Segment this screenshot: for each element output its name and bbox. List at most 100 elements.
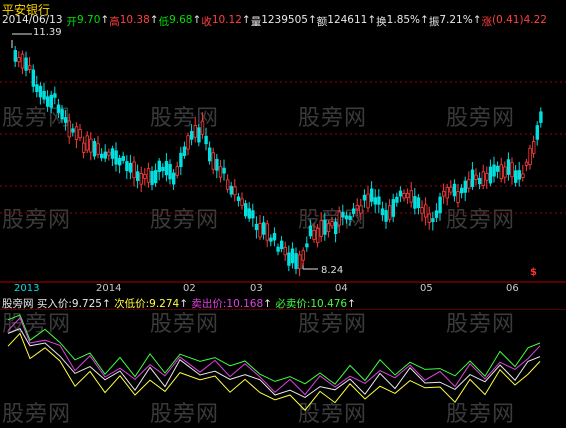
turnover-label: 换 [376, 16, 387, 28]
date-label: 04 [335, 283, 348, 294]
low-value: 9.68 [169, 14, 193, 26]
candlestick [100, 153, 104, 159]
candlestick [240, 198, 244, 206]
candlestick [294, 253, 298, 270]
candlestick [215, 158, 219, 171]
low-label: 低 [158, 16, 170, 28]
candlestick [348, 215, 352, 220]
candlestick [74, 126, 79, 140]
candlestick [107, 151, 111, 156]
candlestick [492, 164, 496, 177]
up-arrow-icon: ↑ [241, 14, 251, 26]
candlestick [301, 250, 305, 261]
candlestick [395, 196, 399, 203]
candlestick [341, 211, 345, 218]
candlestick [326, 223, 331, 233]
candlestick [359, 205, 363, 214]
date-label: 2014 [96, 283, 122, 294]
candlestick [261, 222, 266, 235]
candlestick [402, 193, 406, 199]
candlestick [416, 197, 421, 208]
candlestick [449, 186, 453, 193]
candlestick [67, 120, 71, 138]
indicator-chart[interactable] [0, 309, 566, 425]
candlestick [369, 188, 374, 202]
candlestick [413, 196, 417, 209]
candlestick [521, 173, 525, 178]
candlestick [283, 247, 287, 256]
candlestick [251, 210, 255, 219]
date-label: 06 [506, 283, 519, 294]
candlestick [139, 173, 143, 185]
candlestick [272, 233, 277, 241]
quote-bar: 2014/06/13 开 9.70 ↑ 高 10.38 ↑ 低 9.68 ↑ 收… [2, 14, 547, 29]
low-price-label: 8.24 [321, 265, 344, 276]
candlestick [467, 179, 471, 189]
candlestick [186, 135, 190, 150]
volume-label: 量 [250, 16, 262, 28]
up-arrow-icon: ↑ [367, 14, 377, 26]
candlestick [27, 65, 32, 70]
candlestick [175, 166, 179, 176]
candlestick [157, 160, 161, 172]
candlestick [319, 220, 323, 237]
candlestick [56, 104, 61, 113]
candlestick [207, 147, 212, 162]
candlestick-chart[interactable] [0, 28, 566, 283]
candlestick [337, 211, 341, 226]
candlestick [510, 162, 514, 178]
candlestick [179, 152, 183, 168]
candlestick [92, 141, 97, 157]
candlestick [211, 152, 215, 170]
candlestick [254, 223, 259, 231]
candlestick [423, 204, 428, 218]
candlestick [495, 165, 500, 172]
candlestick [384, 210, 388, 222]
second-low-line [7, 332, 541, 411]
candlestick [269, 237, 273, 242]
open-label: 开 [66, 16, 78, 28]
candlestick [517, 170, 521, 180]
up-arrow-icon: ↑ [307, 14, 317, 26]
buy-line [7, 327, 541, 398]
candlestick [49, 94, 53, 108]
candlestick [452, 183, 457, 197]
close-value: 10.12 [211, 14, 242, 26]
up-arrow-icon: ↑ [149, 14, 159, 26]
candlestick [387, 205, 392, 220]
candlestick [236, 196, 241, 202]
candlestick [125, 161, 129, 172]
candlestick [60, 109, 64, 120]
candlestick [143, 174, 147, 179]
candlestick [279, 240, 284, 250]
candlestick [355, 205, 359, 210]
candlestick [146, 168, 151, 183]
candlestick [64, 117, 68, 123]
candlestick [499, 164, 503, 180]
candlestick [305, 243, 309, 248]
candlestick [445, 187, 449, 199]
candlestick [17, 57, 21, 63]
candlestick [128, 162, 133, 173]
high-label: 高 [109, 16, 120, 28]
candlestick [164, 161, 169, 176]
candlestick [528, 147, 532, 165]
candlestick [153, 170, 158, 184]
candlestick [485, 172, 489, 181]
candlestick [431, 218, 435, 223]
candlestick [323, 219, 327, 235]
candlestick [118, 157, 122, 166]
close-label: 收 [201, 16, 212, 28]
candlestick [204, 135, 208, 145]
candlestick [121, 156, 125, 161]
candlestick [218, 166, 223, 178]
candlestick [459, 187, 464, 194]
candlestick [456, 191, 460, 203]
candlestick [168, 163, 172, 180]
candlestick [89, 138, 93, 153]
candlestick [85, 135, 89, 151]
candlestick [197, 127, 201, 143]
candlestick [398, 190, 403, 197]
candlestick [247, 208, 251, 219]
candlestick [503, 166, 507, 178]
